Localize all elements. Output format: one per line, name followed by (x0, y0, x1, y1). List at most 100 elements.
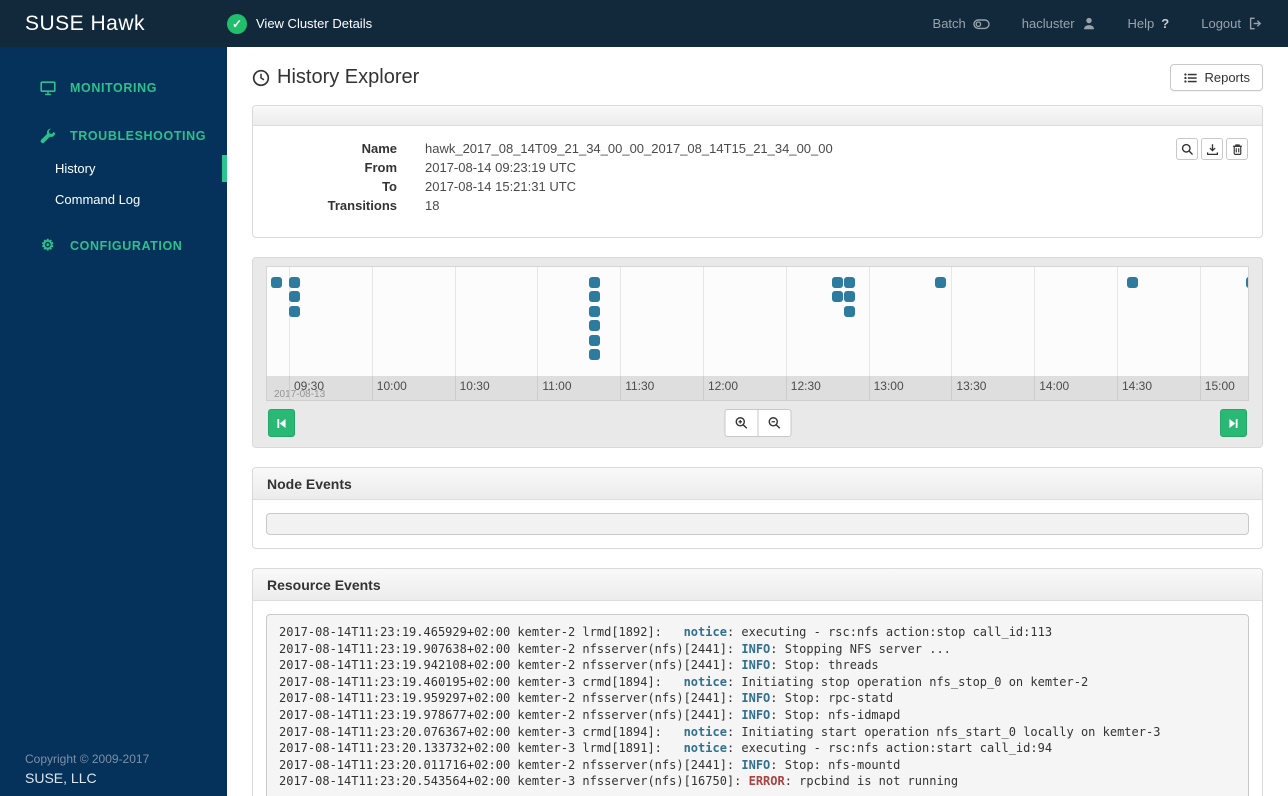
log-severity: INFO (741, 707, 771, 722)
logout-button[interactable]: Logout (1201, 16, 1263, 31)
page-title: History Explorer (252, 66, 419, 89)
topbar: SUSE Hawk ✓ View Cluster Details Batch h… (0, 0, 1288, 47)
sidebar-item-history[interactable]: History (0, 153, 227, 184)
axis-tick-label: 10:30 (459, 379, 490, 393)
delete-report-button[interactable] (1226, 138, 1248, 160)
axis-tick-label: 10:00 (376, 379, 407, 393)
axis-separator (1199, 376, 1201, 400)
transition-marker[interactable] (289, 277, 300, 288)
main-content: History Explorer Reports Name hawk_2017_0… (227, 47, 1288, 796)
timeline-gridline (1034, 267, 1036, 376)
logout-label: Logout (1201, 16, 1241, 31)
log-severity: INFO (741, 757, 771, 772)
transition-marker[interactable] (844, 305, 855, 317)
monitor-icon (40, 81, 56, 96)
sidebar-item-command-log[interactable]: Command Log (0, 184, 227, 215)
timeline-axis: 2017-08-13 09:30 10:00 10:30 11:00 11:30 12:0… (266, 376, 1249, 401)
timeline-zoom-out-button[interactable] (757, 409, 791, 437)
download-report-button[interactable] (1201, 138, 1223, 160)
field-label: From (364, 160, 398, 175)
sidebar-item-configuration[interactable]: ⚙ CONFIGURATION (0, 229, 227, 262)
axis-separator (785, 376, 787, 400)
help-label: Help (1127, 16, 1155, 31)
field-label: To (382, 179, 397, 194)
axis-separator (1117, 376, 1118, 400)
log-line: 2017-08-14T11:23:19.942108+02:00 kemter-… (279, 658, 879, 673)
axis-tick-label: 13:00 (873, 379, 904, 393)
field-value: 2017-08-14 15:21:31 UTC (425, 179, 577, 194)
log-line: 2017-08-14T11:23:19.460195+02:00 kemter-… (279, 674, 1089, 689)
axis-tick-label: 11:00 (542, 379, 572, 393)
sidebar-item-troubleshooting[interactable]: TROUBLESHOOTING (0, 119, 227, 153)
transition-marker[interactable] (589, 320, 600, 332)
axis-separator (537, 376, 539, 400)
transition-marker[interactable] (1246, 277, 1248, 288)
transition-marker[interactable] (589, 334, 600, 346)
transition-marker[interactable] (832, 291, 843, 303)
log-line: 2017-08-14T11:23:20.011716+02:00 kemter-… (279, 757, 901, 772)
axis-separator (951, 376, 953, 400)
zoom-out-icon (768, 417, 780, 429)
reports-button[interactable]: Reports (1170, 64, 1263, 91)
clock-icon (252, 69, 270, 86)
gear-icon: ⚙ (40, 237, 56, 254)
axis-separator (703, 376, 704, 400)
inspect-report-button[interactable] (1176, 138, 1198, 160)
log-severity: notice (683, 724, 727, 739)
active-indicator (222, 155, 227, 182)
node-events-header: Node Events (253, 468, 1262, 500)
logout-icon (1249, 17, 1262, 30)
timeline-prev-button[interactable] (268, 409, 295, 437)
axis-separator (454, 376, 456, 400)
log-line: 2017-08-14T11:23:19.907638+02:00 kemter-… (279, 641, 951, 656)
transition-marker[interactable] (1127, 277, 1138, 288)
wrench-icon (40, 128, 56, 144)
transition-marker[interactable] (589, 305, 600, 317)
batch-button[interactable]: Batch (933, 16, 990, 32)
axis-tick-label: 14:30 (1122, 379, 1153, 393)
timeline-gridline (1199, 267, 1201, 376)
topnav: Batch hacluster Help ? Logout (933, 16, 1288, 32)
axis-tick-label: 09:30 (294, 379, 325, 393)
transition-marker[interactable] (832, 277, 843, 288)
node-events-panel: Node Events (252, 467, 1263, 549)
timeline-controls (266, 408, 1249, 438)
log-line: 2017-08-14T11:23:19.465929+02:00 kemter-… (279, 625, 1053, 639)
report-info-panel: Name hawk_2017_08_14T09_21_34_00_00_2017_… (252, 105, 1263, 238)
transition-marker[interactable] (589, 349, 600, 360)
transition-marker[interactable] (935, 277, 946, 288)
transition-marker[interactable] (271, 277, 282, 288)
log-severity: notice (683, 674, 727, 689)
resource-events-log: 2017-08-14T11:23:19.465929+02:00 kemter-… (266, 614, 1249, 796)
field-label: Name (361, 141, 397, 156)
batch-label: Batch (932, 16, 966, 31)
company-name: SUSE, LLC (25, 770, 97, 786)
axis-tick-label: 12:30 (790, 379, 821, 393)
sidebar-item-label: History (55, 161, 96, 176)
sidebar-item-label: TROUBLESHOOTING (70, 129, 207, 143)
view-cluster-details-link[interactable]: ✓ View Cluster Details (227, 13, 372, 34)
app-logo[interactable]: SUSE Hawk (0, 12, 227, 36)
transition-marker[interactable] (844, 277, 855, 288)
timeline-gridline (620, 267, 622, 376)
timeline-gridline (951, 267, 953, 376)
log-line: 2017-08-14T11:23:20.543564+02:00 kemter-… (279, 774, 959, 789)
user-icon (1083, 17, 1094, 30)
sidebar-item-label: CONFIGURATION (70, 238, 183, 253)
log-severity: ERROR (748, 774, 785, 789)
sidebar: MONITORING TROUBLESHOOTING History Comma… (0, 47, 227, 796)
sidebar-item-monitoring[interactable]: MONITORING (0, 71, 227, 105)
transition-marker[interactable] (289, 305, 300, 317)
timeline-zoom-in-button[interactable] (724, 409, 758, 437)
help-menu[interactable]: Help ? (1128, 16, 1170, 31)
list-icon (1184, 72, 1198, 83)
axis-tick-label: 14:00 (1039, 379, 1070, 393)
transition-marker[interactable] (589, 277, 600, 288)
trash-icon (1232, 143, 1242, 155)
timeline-next-button[interactable] (1220, 409, 1247, 437)
transition-marker[interactable] (589, 291, 600, 303)
transition-marker[interactable] (844, 291, 855, 303)
transition-marker[interactable] (289, 291, 300, 303)
user-menu[interactable]: hacluster (1022, 16, 1096, 31)
axis-tick-label: 11:30 (625, 379, 655, 393)
